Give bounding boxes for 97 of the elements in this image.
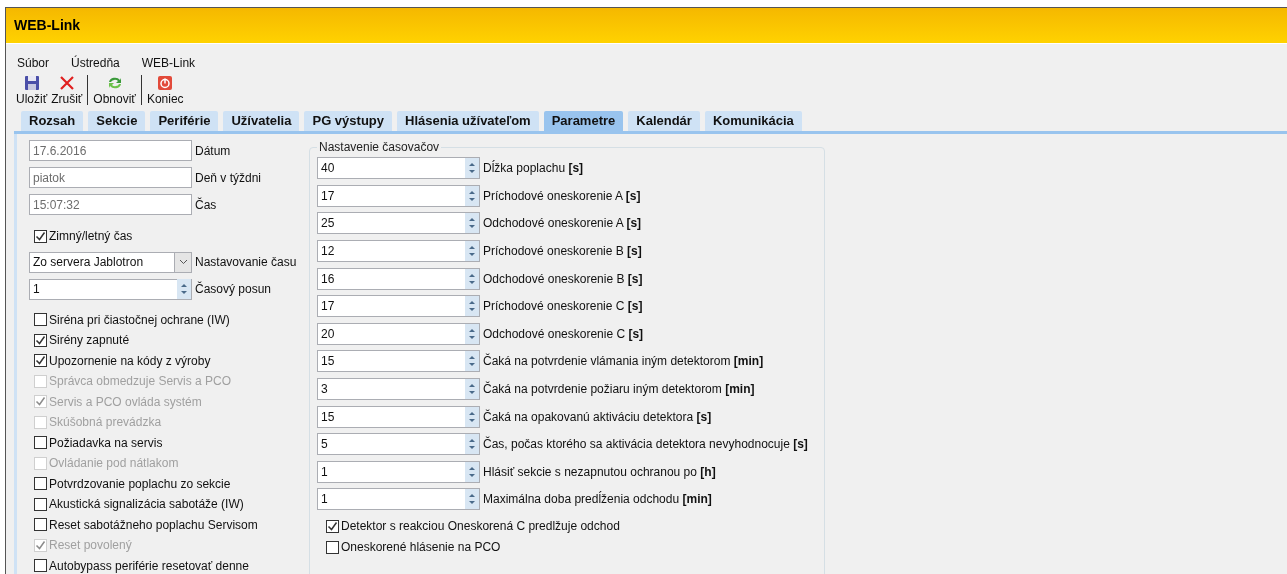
spin-field[interactable]: 25 <box>317 212 480 235</box>
checkbox-label: Zimný/letný čas <box>49 228 133 246</box>
checkbox[interactable] <box>326 519 339 533</box>
tab[interactable]: Rozsah <box>21 111 84 131</box>
spin-arrows-icon[interactable] <box>465 268 479 289</box>
toolbar-button[interactable]: Obnoviť <box>91 75 138 106</box>
checkbox-label: Reset povolený <box>49 537 132 555</box>
spin-field[interactable]: 3 <box>317 378 480 401</box>
checkbox[interactable] <box>34 518 47 532</box>
checkbox[interactable] <box>34 559 47 573</box>
checkbox-label: Akustická signalizácia sabotáže (IW) <box>49 496 244 514</box>
spin-field[interactable]: 15 <box>317 405 480 428</box>
spin-arrows-icon[interactable] <box>465 461 479 482</box>
field-label: Dĺžka poplachu [s] <box>483 159 584 178</box>
menu-item[interactable]: Ústredňa <box>71 54 120 72</box>
spin-arrows-icon[interactable] <box>465 489 479 510</box>
menu-item[interactable]: Súbor <box>17 54 50 72</box>
checkbox-label: Siréna pri čiastočnej ochrane (IW) <box>49 311 230 329</box>
spin-field[interactable]: 40 <box>317 157 480 180</box>
close-icon <box>58 75 75 91</box>
refresh-icon <box>106 75 123 91</box>
spin-field[interactable]: 20 <box>317 322 480 345</box>
field-label: Čas, počas ktorého sa aktivácia detektora nevyhodnocuje [s] <box>483 435 808 454</box>
checkbox[interactable] <box>34 229 47 243</box>
spin-field[interactable]: 1 <box>317 488 480 511</box>
checkbox[interactable] <box>34 497 47 511</box>
spin-field[interactable]: 17 <box>317 184 480 207</box>
checkbox[interactable] <box>34 477 47 491</box>
checkbox-label: Požiadavka na servis <box>49 434 163 452</box>
checkbox-label: Správca obmedzuje Servis a PCO <box>49 373 232 391</box>
tab[interactable]: Užívatelia <box>223 111 300 131</box>
spin-arrows-icon[interactable] <box>465 213 479 234</box>
spin-field[interactable]: 1 <box>317 460 480 483</box>
save-icon <box>23 75 40 91</box>
spin-arrows-icon[interactable] <box>465 185 479 206</box>
checkbox-label: Upozornenie na kódy z výroby <box>49 352 211 370</box>
spin-arrows-icon[interactable] <box>465 158 479 179</box>
checkbox-label: Detektor s reakciou Oneskorená C predlžuje odchod <box>341 518 620 536</box>
chevron-down-icon <box>174 252 191 272</box>
tab[interactable]: Periférie <box>150 111 219 131</box>
field-label: Odchodové oneskorenie A [s] <box>483 215 642 233</box>
field-label: Príchodové oneskorenie A [s] <box>483 187 641 205</box>
field-label: Nastavovanie času <box>195 254 297 271</box>
tab[interactable]: PG výstupy <box>304 111 392 131</box>
menu-item[interactable]: WEB-Link <box>141 54 196 72</box>
spin-field[interactable]: 15 <box>317 350 480 373</box>
spin-arrows-icon[interactable] <box>177 279 191 299</box>
checkbox-label: Sirény zapnuté <box>49 332 130 350</box>
field-label: Čas <box>195 196 217 214</box>
tab[interactable]: Parametre <box>543 111 624 131</box>
field-label: Čaká na potvrdenie požiaru iným detektorom [min] <box>483 380 755 399</box>
field-label: Dátum <box>195 142 231 160</box>
toolbar-button[interactable]: Uložiť <box>14 75 50 106</box>
checkbox[interactable] <box>326 540 339 554</box>
spin-field[interactable]: 17 <box>317 295 480 318</box>
field-label: Príchodové oneskorenie C [s] <box>483 298 643 316</box>
dropdown[interactable]: Zo servera Jablotron <box>29 251 192 273</box>
spin-arrows-icon[interactable] <box>465 296 479 317</box>
toolbar-button[interactable]: Zrušiť <box>49 75 85 106</box>
checkbox[interactable] <box>34 313 47 327</box>
spin-arrows-icon[interactable] <box>465 323 479 344</box>
checkbox[interactable] <box>34 333 47 347</box>
spin-field[interactable]: 5 <box>317 433 480 456</box>
field-label: Maximálna doba predĺženia odchodu [min] <box>483 490 712 509</box>
spin-arrows-icon[interactable] <box>465 434 479 455</box>
field-label: Čaká na potvrdenie vlámania iným detektorom [min] <box>483 352 764 371</box>
checkbox-label: Reset sabotážneho poplachu Servisom <box>49 516 258 534</box>
spin-field[interactable]: 16 <box>317 267 480 290</box>
spin-arrows-icon[interactable] <box>465 379 479 400</box>
checkbox-label: Oneskorené hlásenie na PCO <box>341 539 501 557</box>
checkbox-label: Potvrdzovanie poplachu zo sekcie <box>49 475 231 493</box>
field-label: Príchodové oneskorenie B [s] <box>483 243 642 261</box>
tab[interactable]: Hlásenia užívateľom <box>397 111 539 131</box>
checkbox-label: Skúšobná prevádzka <box>49 414 162 432</box>
field-label: Odchodové oneskorenie B [s] <box>483 270 643 288</box>
spin-field[interactable]: 12 <box>317 240 480 263</box>
power-icon <box>157 75 174 91</box>
spin-arrows-icon[interactable] <box>465 241 479 262</box>
spin-field[interactable]: 1 <box>29 278 192 300</box>
field-label: Hlásiť sekcie s nezapnutou ochranou po [h] <box>483 463 716 481</box>
field-label: Odchodové oneskorenie C [s] <box>483 325 644 343</box>
toolbar-button[interactable]: Koniec <box>144 75 186 106</box>
checkbox[interactable] <box>34 354 47 368</box>
field-label: Deň v týždni <box>195 169 262 187</box>
field-label: Čaká na opakovanú aktiváciu detektora [s] <box>483 408 712 426</box>
spin-arrows-icon[interactable] <box>465 406 479 427</box>
group-title: Nastavenie časovačov <box>318 139 441 156</box>
field-label: Časový posun <box>195 280 272 298</box>
window-title: WEB-Link <box>14 16 81 35</box>
tab[interactable]: Kalendár <box>628 111 700 131</box>
spin-arrows-icon[interactable] <box>465 351 479 372</box>
checkbox-label: Ovládanie pod nátlakom <box>49 455 179 473</box>
checkbox-label: Autobypass periférie resetovať denne <box>49 557 249 574</box>
tab[interactable]: Komunikácia <box>704 111 802 131</box>
tab[interactable]: Sekcie <box>88 111 146 131</box>
checkbox[interactable] <box>34 436 47 450</box>
checkbox-label: Servis a PCO ovláda systém <box>49 393 202 411</box>
